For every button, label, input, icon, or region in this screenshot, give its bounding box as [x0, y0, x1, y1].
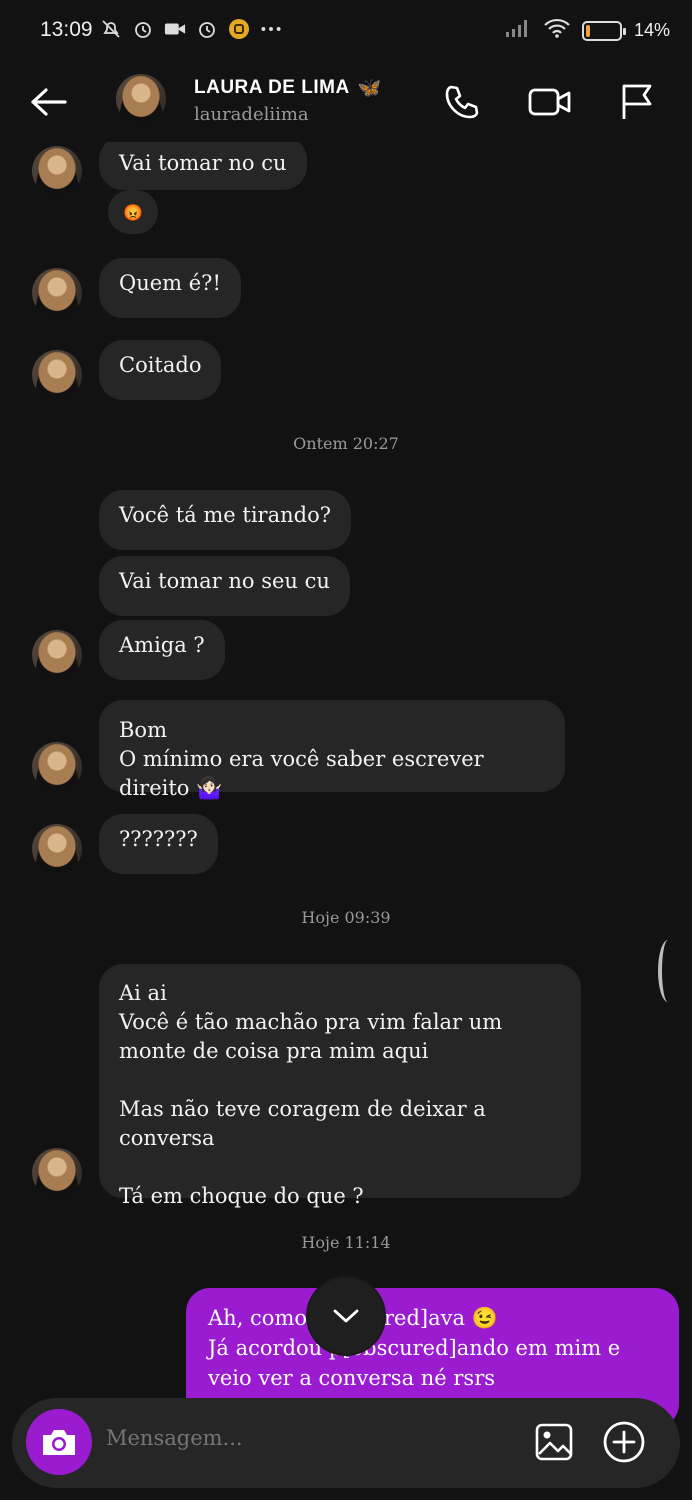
incoming-message[interactable]: Amiga ? [99, 620, 225, 680]
more-options-button[interactable] [600, 1418, 648, 1466]
status-time: 13:09 [40, 18, 93, 41]
image-icon [535, 1423, 573, 1461]
status-icons [100, 18, 282, 40]
sender-avatar[interactable] [32, 1148, 82, 1198]
mute-bell-icon [100, 18, 122, 40]
status-bar: 13:09 14% [0, 0, 692, 62]
phone-icon [445, 85, 479, 119]
report-button[interactable] [612, 78, 660, 126]
battery-fill [585, 24, 590, 37]
more-dots-icon [260, 18, 282, 40]
battery-percent: 14% [633, 20, 670, 40]
timestamp: Ontem 20:27 [293, 434, 399, 453]
header-avatar[interactable] [116, 74, 166, 124]
chat-header: LAURA DE LIMA 🦋 lauradeliima [0, 62, 692, 142]
video-camera-icon [528, 88, 571, 116]
video-recording-icon [164, 18, 186, 40]
sender-avatar[interactable] [32, 630, 82, 680]
sender-avatar[interactable] [32, 742, 82, 792]
timestamp: Hoje 09:39 [301, 908, 391, 927]
contact-username[interactable]: lauradeliima [194, 104, 309, 125]
status-right: 14% [504, 18, 670, 43]
camera-icon [43, 1430, 75, 1455]
sender-avatar[interactable] [32, 268, 82, 318]
contact-name: LAURA DE LIMA [194, 77, 350, 98]
app-notification-icon [228, 18, 250, 40]
contact-name-row[interactable]: LAURA DE LIMA 🦋 [194, 76, 382, 100]
plus-circle-icon [603, 1421, 645, 1463]
scroll-to-bottom-button[interactable] [308, 1278, 384, 1354]
incoming-message[interactable]: Ai ai Você é tão machão pra vim falar um… [99, 964, 581, 1208]
incoming-message[interactable]: Quem é?! [99, 258, 241, 318]
alarm-icon [132, 18, 154, 40]
chevron-down-icon [333, 1309, 359, 1323]
incoming-message[interactable]: Vai tomar no cu [99, 136, 307, 190]
sender-avatar[interactable] [32, 146, 82, 196]
timestamp: Hoje 11:14 [301, 1233, 391, 1252]
voice-call-button[interactable] [438, 78, 486, 126]
signal-icon [504, 18, 532, 43]
alarm-icon [196, 18, 218, 40]
video-call-button[interactable] [526, 78, 574, 126]
message-input[interactable] [106, 1426, 506, 1450]
back-arrow-icon [31, 88, 67, 116]
gallery-button[interactable] [530, 1418, 578, 1466]
flag-icon [622, 84, 652, 119]
edge-swipe-handle[interactable] [658, 940, 678, 1002]
angry-reaction[interactable]: 😡 [108, 190, 158, 234]
camera-button[interactable] [26, 1409, 92, 1475]
sender-avatar[interactable] [32, 350, 82, 400]
sender-avatar[interactable] [32, 824, 82, 874]
incoming-message[interactable]: Vai tomar no seu cu [99, 556, 350, 616]
battery-icon [581, 20, 626, 41]
incoming-message[interactable]: Você tá me tirando? [99, 490, 351, 550]
incoming-message[interactable]: Bom O mínimo era você saber escrever dir… [99, 700, 565, 800]
wifi-icon [544, 18, 570, 43]
butterfly-emoji: 🦋 [357, 78, 382, 99]
message-composer [12, 1398, 680, 1488]
back-button[interactable] [24, 78, 72, 126]
incoming-message[interactable]: ??????? [99, 814, 218, 874]
incoming-message[interactable]: Coitado [99, 340, 222, 400]
